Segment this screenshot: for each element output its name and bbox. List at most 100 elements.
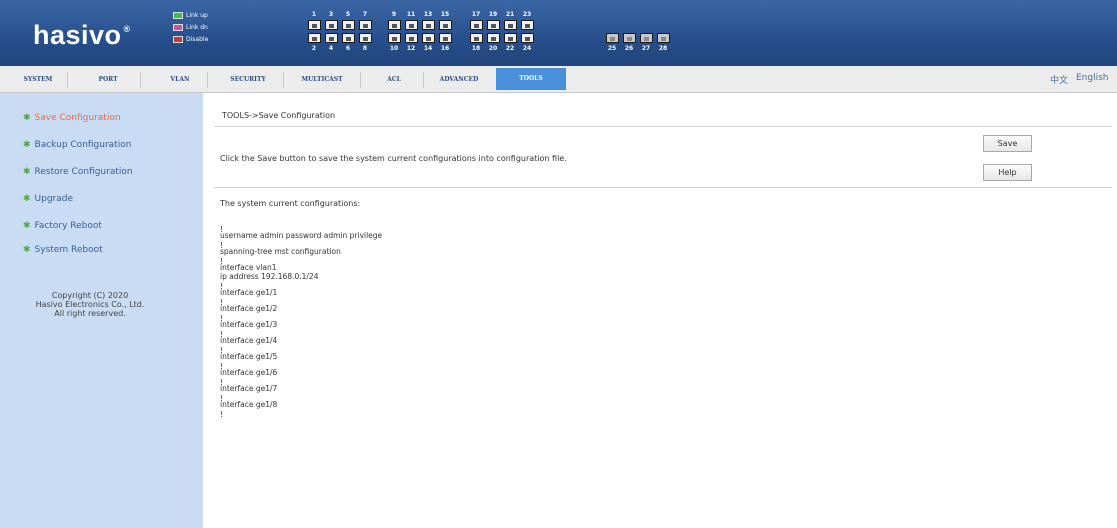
nav-divider (360, 72, 361, 88)
save-button[interactable]: Save (983, 135, 1032, 152)
port-11-icon[interactable] (405, 20, 418, 30)
port-number-label: 19 (488, 11, 498, 18)
port-panel: 1 2 3 4 5 6 7 8 9 10 11 12 13 14 15 16 17 18 19 20 21 22 23 24 2… (0, 0, 1117, 66)
copyright-line: All right reserved. (54, 309, 126, 318)
config-line: spanning-tree mst configuration (220, 247, 341, 256)
config-title: The system current configurations: (220, 199, 361, 208)
lang-chinese-link[interactable]: 中文 (1050, 73, 1068, 86)
breadcrumb: TOOLS->Save Configuration (222, 111, 336, 120)
bullet-icon: ✱ (23, 245, 31, 255)
port-7-icon[interactable] (359, 20, 372, 30)
top-navigation: SYSTEM PORT VLAN SECURITY MULTICAST ACL … (0, 66, 1117, 93)
port-22-icon[interactable] (504, 33, 517, 43)
nav-divider (207, 72, 208, 88)
port-number-label: 20 (488, 45, 498, 52)
bullet-icon: ✱ (23, 167, 31, 177)
port-2-icon[interactable] (308, 33, 321, 43)
port-5-icon[interactable] (342, 20, 355, 30)
sidebar-item-restore-configuration[interactable]: ✱ Restore Configuration (23, 167, 133, 177)
port-15-icon[interactable] (439, 20, 452, 30)
config-line: interface ge1/7 (220, 384, 278, 393)
tab-tools[interactable]: TOOLS (496, 68, 566, 90)
port-23-icon[interactable] (521, 20, 534, 30)
port-number-label: 9 (391, 11, 397, 18)
port-number-label: 26 (624, 45, 634, 52)
port-number-label: 3 (328, 11, 334, 18)
sidebar-item-factory-reboot[interactable]: ✱ Factory Reboot (23, 221, 102, 231)
divider (214, 126, 1112, 127)
tab-security[interactable]: SECURITY (220, 71, 276, 89)
copyright-notice: Copyright (C) 2020 Hasivo Electronics Co… (0, 291, 180, 318)
port-number-label: 23 (522, 11, 532, 18)
config-line: interface ge1/5 (220, 352, 278, 361)
config-line: interface ge1/8 (220, 400, 278, 409)
port-number-label: 27 (641, 45, 651, 52)
tab-vlan[interactable]: VLAN (155, 71, 205, 89)
copyright-line: Hasivo Electronics Co., Ltd. (35, 300, 145, 309)
port-1-icon[interactable] (308, 20, 321, 30)
port-10-icon[interactable] (388, 33, 401, 43)
sidebar-item-system-reboot[interactable]: ✱ System Reboot (23, 245, 103, 255)
port-13-icon[interactable] (422, 20, 435, 30)
tab-multicast[interactable]: MULTICAST (290, 71, 354, 89)
port-number-label: 11 (406, 11, 416, 18)
port-20-icon[interactable] (487, 33, 500, 43)
sidebar-item-upgrade[interactable]: ✱ Upgrade (23, 194, 73, 204)
port-16-icon[interactable] (439, 33, 452, 43)
help-button[interactable]: Help (983, 164, 1032, 181)
port-number-label: 21 (505, 11, 515, 18)
save-description: Click the Save button to save the system… (220, 154, 567, 163)
divider (214, 187, 1112, 188)
config-line: interface ge1/2 (220, 304, 278, 313)
port-number-label: 8 (362, 45, 368, 52)
port-number-label: 25 (607, 45, 617, 52)
port-number-label: 4 (328, 45, 334, 52)
port-25-icon[interactable] (606, 33, 619, 43)
port-number-label: 15 (440, 11, 450, 18)
config-line: username admin password admin privilege (220, 231, 383, 240)
tab-advanced[interactable]: ADVANCED (428, 71, 490, 89)
port-6-icon[interactable] (342, 33, 355, 43)
sidebar: ✱ Save Configuration ✱ Backup Configuratio… (0, 93, 203, 528)
tab-acl[interactable]: ACL (368, 71, 420, 89)
port-18-icon[interactable] (470, 33, 483, 43)
tab-port[interactable]: PORT (84, 71, 132, 89)
config-line: interface ge1/1 (220, 288, 278, 297)
port-19-icon[interactable] (487, 20, 500, 30)
port-9-icon[interactable] (388, 20, 401, 30)
config-line: interface vlan1 (220, 263, 277, 272)
port-number-label: 7 (362, 11, 368, 18)
port-21-icon[interactable] (504, 20, 517, 30)
bullet-icon: ✱ (23, 140, 31, 150)
port-number-label: 5 (345, 11, 351, 18)
port-27-icon[interactable] (640, 33, 653, 43)
port-24-icon[interactable] (521, 33, 534, 43)
sidebar-item-label: Restore Configuration (34, 167, 133, 177)
config-line: interface ge1/4 (220, 336, 278, 345)
port-28-icon[interactable] (657, 33, 670, 43)
port-number-label: 14 (423, 45, 433, 52)
port-4-icon[interactable] (325, 33, 338, 43)
port-number-label: 13 (423, 11, 433, 18)
port-12-icon[interactable] (405, 33, 418, 43)
port-number-label: 28 (658, 45, 668, 52)
port-17-icon[interactable] (470, 20, 483, 30)
port-number-label: 24 (522, 45, 532, 52)
port-number-label: 17 (471, 11, 481, 18)
port-number-label: 1 (311, 11, 317, 18)
main-content: TOOLS->Save Configuration Click the Save… (204, 93, 1117, 528)
port-number-label: 16 (440, 45, 450, 52)
nav-divider (140, 72, 141, 88)
tab-system[interactable]: SYSTEM (12, 71, 64, 89)
port-8-icon[interactable] (359, 33, 372, 43)
header-banner: hasivo ® Link up Link dn Disable 12345678… (0, 0, 1117, 66)
port-number-label: 2 (311, 45, 317, 52)
lang-english-link[interactable]: English (1076, 73, 1109, 83)
port-3-icon[interactable] (325, 20, 338, 30)
port-14-icon[interactable] (422, 33, 435, 43)
nav-divider (423, 72, 424, 88)
sidebar-item-save-configuration[interactable]: ✱ Save Configuration (23, 113, 121, 123)
sidebar-item-backup-configuration[interactable]: ✱ Backup Configuration (23, 140, 131, 150)
port-number-label: 10 (389, 45, 399, 52)
port-26-icon[interactable] (623, 33, 636, 43)
